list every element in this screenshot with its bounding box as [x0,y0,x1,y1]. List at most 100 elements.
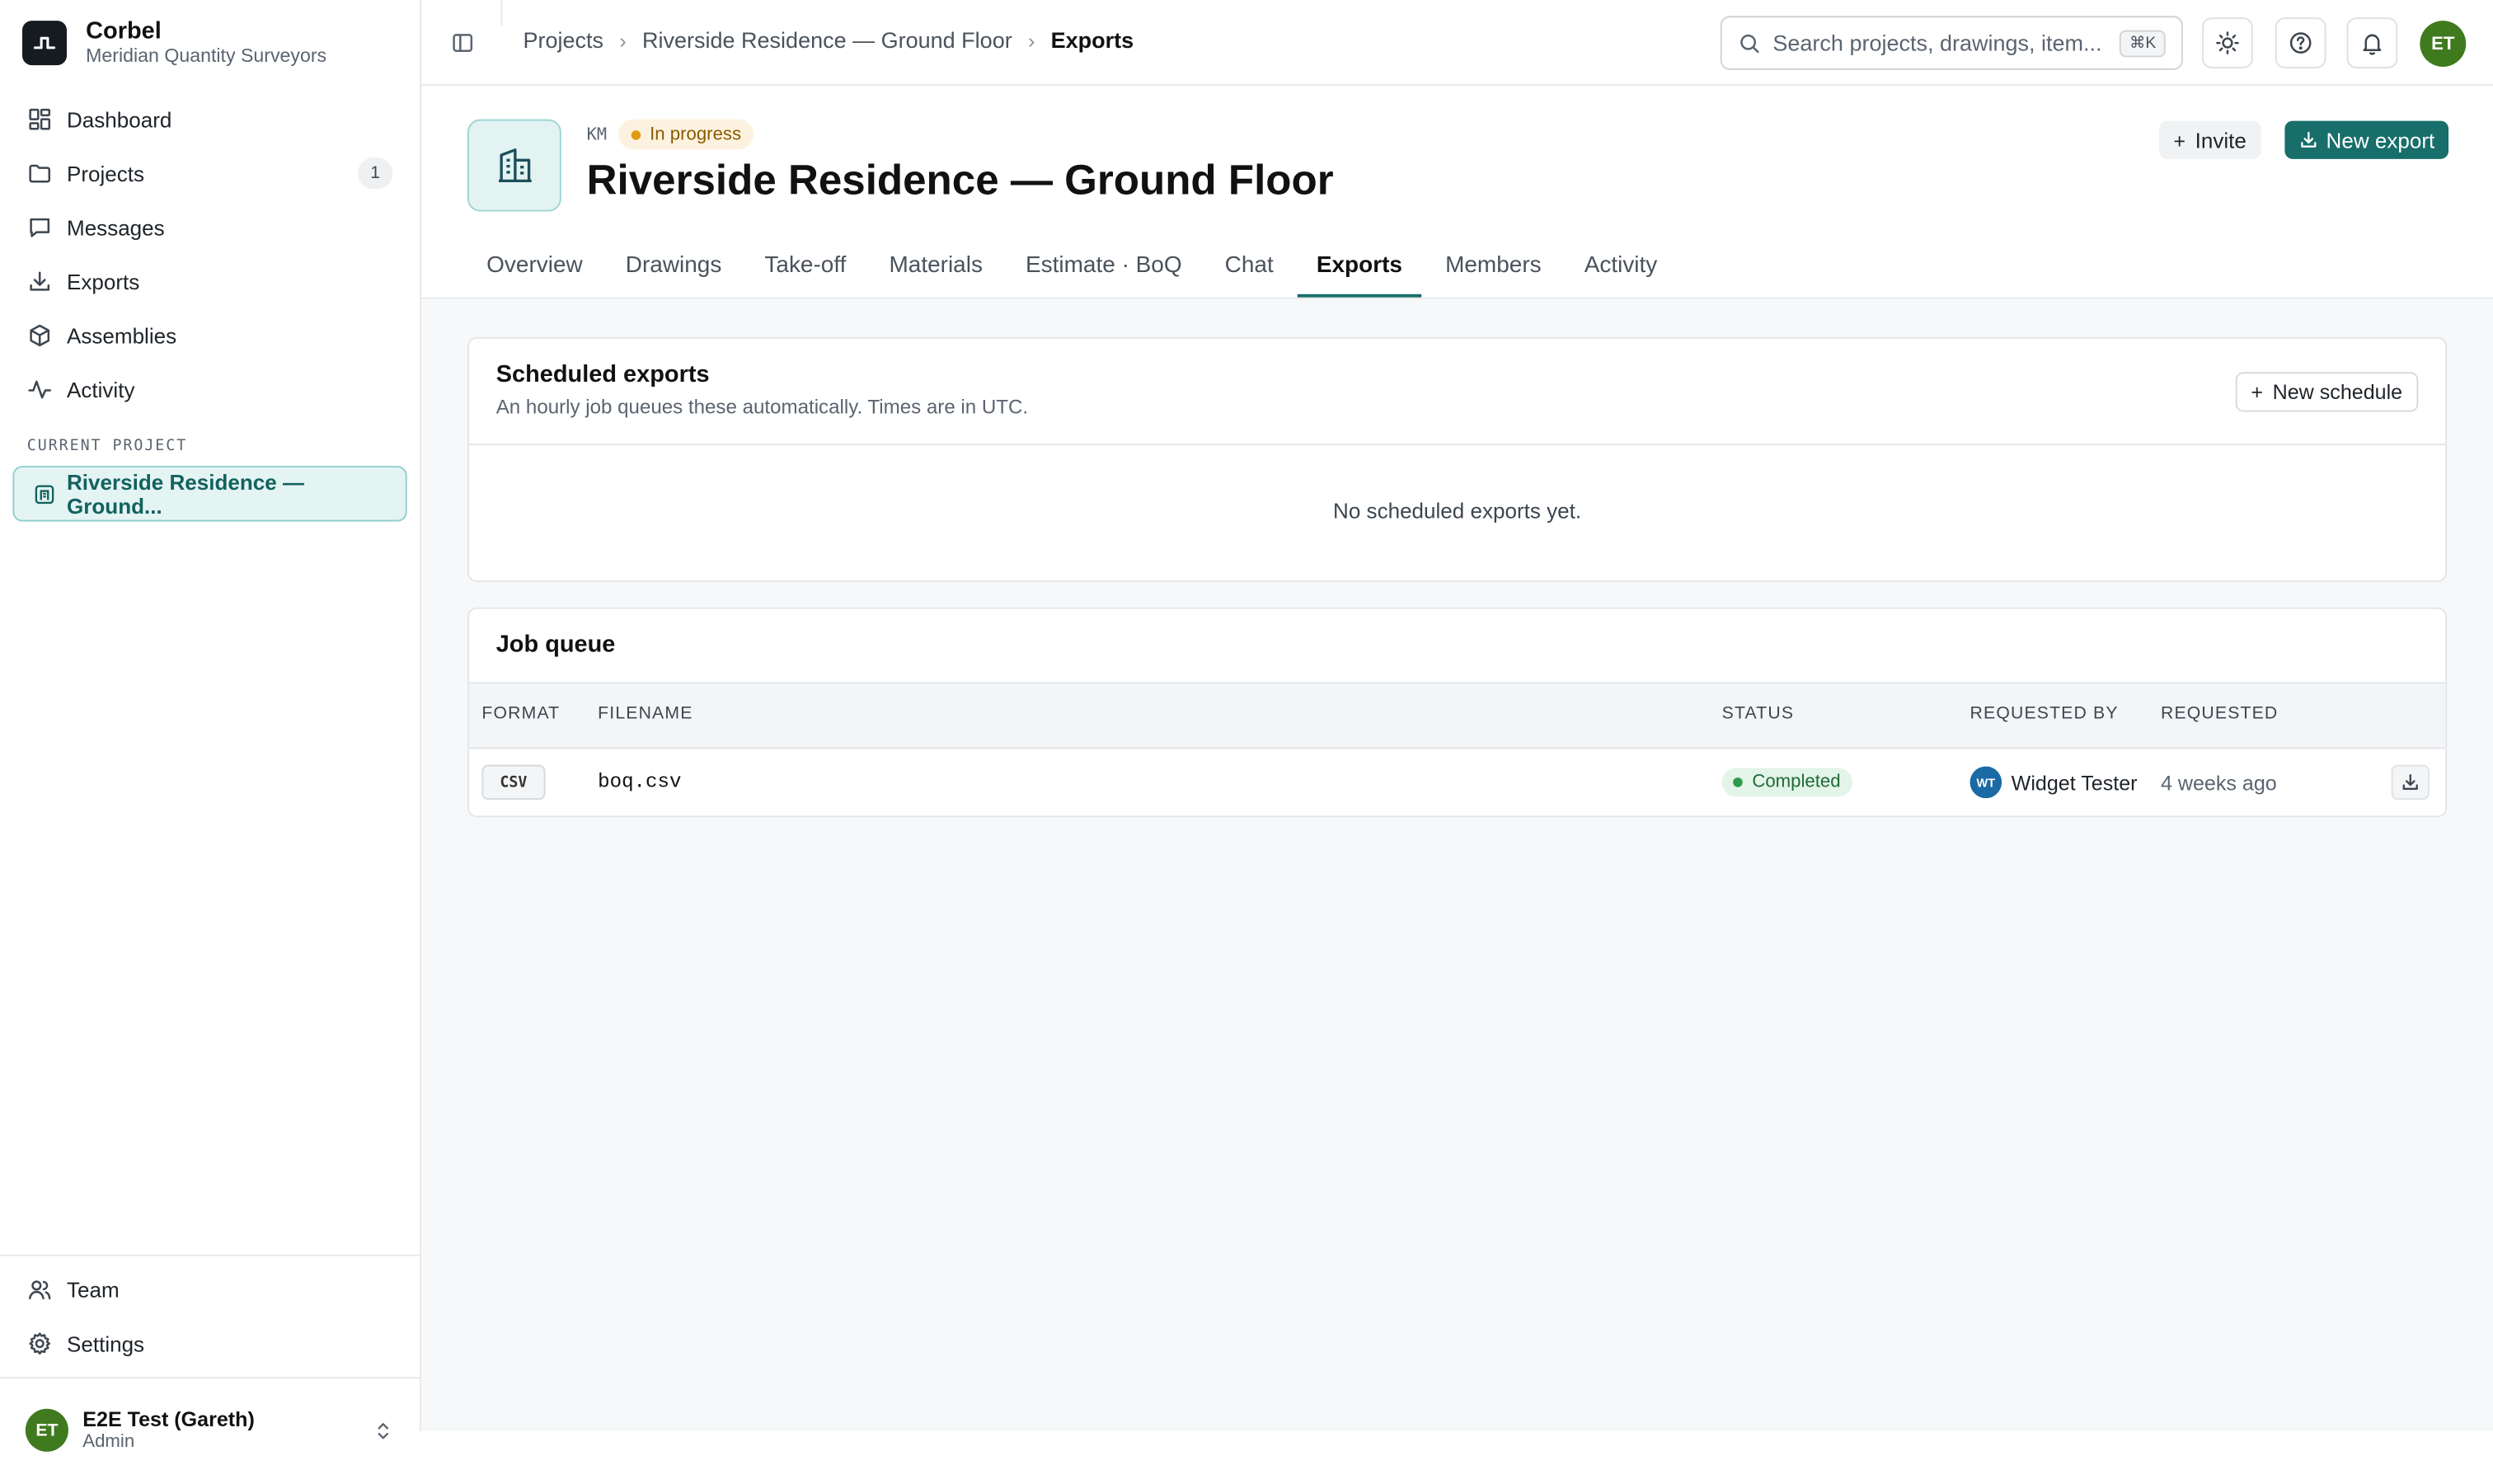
message-icon [27,214,53,240]
brand-org: Meridian Quantity Surveyors [86,45,327,68]
sidebar-item-settings[interactable]: Settings [12,1317,406,1371]
table-row[interactable]: CSV boq.csv Completed WT Widget Tester 4… [469,749,2445,815]
project-tabs: Overview Drawings Take-off Materials Est… [467,235,1681,298]
status-dot [1733,777,1743,787]
user-name: E2E Test (Gareth) [82,1407,255,1431]
filename: boq.csv [598,771,682,794]
bell-icon [2359,31,2385,56]
box-icon [27,323,53,349]
theme-toggle-button[interactable] [2202,17,2253,68]
job-queue-header: Job queue [468,609,2446,684]
scheduled-exports-card: Scheduled exports An hourly job queues t… [467,336,2448,582]
current-project-label: Riverside Residence — Ground... [67,469,304,518]
tab-chat[interactable]: Chat [1206,235,1293,297]
plus-icon: + [2251,379,2264,404]
sidebar-item-label: Settings [67,1331,145,1356]
download-icon [2401,773,2420,791]
project-status-label: In progress [650,124,742,144]
scheduled-exports-title: Scheduled exports [495,360,710,388]
sidebar-item-exports[interactable]: Exports [12,255,406,309]
sidebar-current-project[interactable]: Riverside Residence — Ground... [12,466,407,522]
column-status: STATUS [1721,704,1795,724]
breadcrumb-project[interactable]: Riverside Residence — Ground Floor [642,27,1012,53]
chevron-right-icon: › [1027,27,1035,52]
main-area: Projects › Riverside Residence — Ground … [421,0,2493,1431]
job-queue-card: Job queue FORMAT FILENAME STATUS REQUEST… [467,607,2448,818]
activity-icon [27,377,53,402]
sidebar: Corbel Meridian Quantity Surveyors Dashb… [0,0,422,1452]
project-meta: KM In progress [586,119,754,150]
scheduled-exports-header: Scheduled exports An hourly job queues t… [468,339,2446,446]
folder-icon [27,161,53,186]
scheduled-exports-description: An hourly job queues these automatically… [495,396,1029,419]
help-circle-icon [2288,31,2313,56]
breadcrumb: Projects › Riverside Residence — Ground … [523,27,1134,53]
sidebar-item-label: Team [67,1277,120,1302]
current-project-heading: CURRENT PROJECT [26,437,188,455]
invite-button[interactable]: + Invite [2159,120,2261,159]
tab-overview[interactable]: Overview [467,235,602,297]
sidebar-item-label: Projects [67,161,145,186]
status-dot [630,129,641,139]
download-icon [27,269,53,294]
sidebar-item-label: Exports [67,269,140,294]
account-avatar[interactable]: ET [2420,21,2467,68]
tab-estimate-boq[interactable]: Estimate · BoQ [1007,235,1201,297]
user-menu[interactable]: ET E2E Test (Gareth) Admin [0,1377,420,1482]
sidebar-toggle-icon[interactable] [450,31,476,56]
brand[interactable]: Corbel Meridian Quantity Surveyors [0,0,420,86]
sun-icon [2215,31,2241,56]
notifications-button[interactable] [2346,17,2398,68]
tab-members[interactable]: Members [1426,235,1561,297]
sidebar-item-assemblies[interactable]: Assemblies [12,308,406,363]
topbar-divider [500,0,503,26]
tab-exports[interactable]: Exports [1297,235,1422,298]
sidebar-item-label: Activity [67,378,135,402]
chevron-right-icon: › [619,27,627,52]
dashboard-icon [27,106,53,132]
column-format: FORMAT [481,704,561,724]
invite-label: Invite [2195,128,2247,153]
tab-activity[interactable]: Activity [1566,235,1677,297]
global-search[interactable]: ⌘K [1720,16,2183,70]
user-avatar: ET [25,1408,68,1452]
sidebar-bottom-nav: Team Settings [0,1256,420,1371]
sidebar-item-activity[interactable]: Activity [12,363,406,417]
format-badge: CSV [481,764,546,801]
user-role: Admin [82,1432,135,1452]
new-schedule-button[interactable]: + New schedule [2235,372,2419,412]
plus-icon: + [2173,128,2186,153]
sidebar-item-projects[interactable]: Projects 1 [12,146,406,200]
sidebar-item-dashboard[interactable]: Dashboard [12,92,406,147]
tab-drawings[interactable]: Drawings [607,235,741,297]
project-status-badge: In progress [617,119,754,150]
column-filename: FILENAME [598,704,693,724]
scheduled-empty-state: No scheduled exports yet. [1333,499,1582,524]
sidebar-item-label: Dashboard [67,107,172,132]
new-export-button[interactable]: New export [2284,120,2449,159]
users-icon [27,1277,53,1303]
status-label: Completed [1752,773,1841,792]
search-input[interactable] [1772,30,2114,56]
breadcrumb-projects[interactable]: Projects [523,27,604,53]
search-icon [1738,31,1762,55]
page-title: Riverside Residence — Ground Floor [586,156,1334,204]
chevrons-up-down-icon [372,1419,394,1441]
project-code: KM [586,124,608,144]
requested-by: WT Widget Tester [1970,766,2138,799]
new-schedule-label: New schedule [2272,379,2403,404]
requester-name: Widget Tester [2011,770,2138,795]
new-export-label: New export [2326,128,2435,153]
corbel-logo-icon [22,21,68,66]
requested-time: 4 weeks ago [2160,771,2277,796]
projects-count-badge: 1 [357,157,393,190]
tab-take-off[interactable]: Take-off [745,235,865,297]
help-button[interactable] [2275,17,2326,68]
project-header: KM In progress Riverside Residence — Gro… [421,86,2493,299]
sidebar-item-label: Assemblies [67,323,177,348]
sidebar-item-team[interactable]: Team [12,1262,406,1317]
download-button[interactable] [2391,764,2430,801]
search-shortcut: ⌘K [2120,29,2166,57]
tab-materials[interactable]: Materials [870,235,1002,297]
sidebar-item-messages[interactable]: Messages [12,200,406,255]
